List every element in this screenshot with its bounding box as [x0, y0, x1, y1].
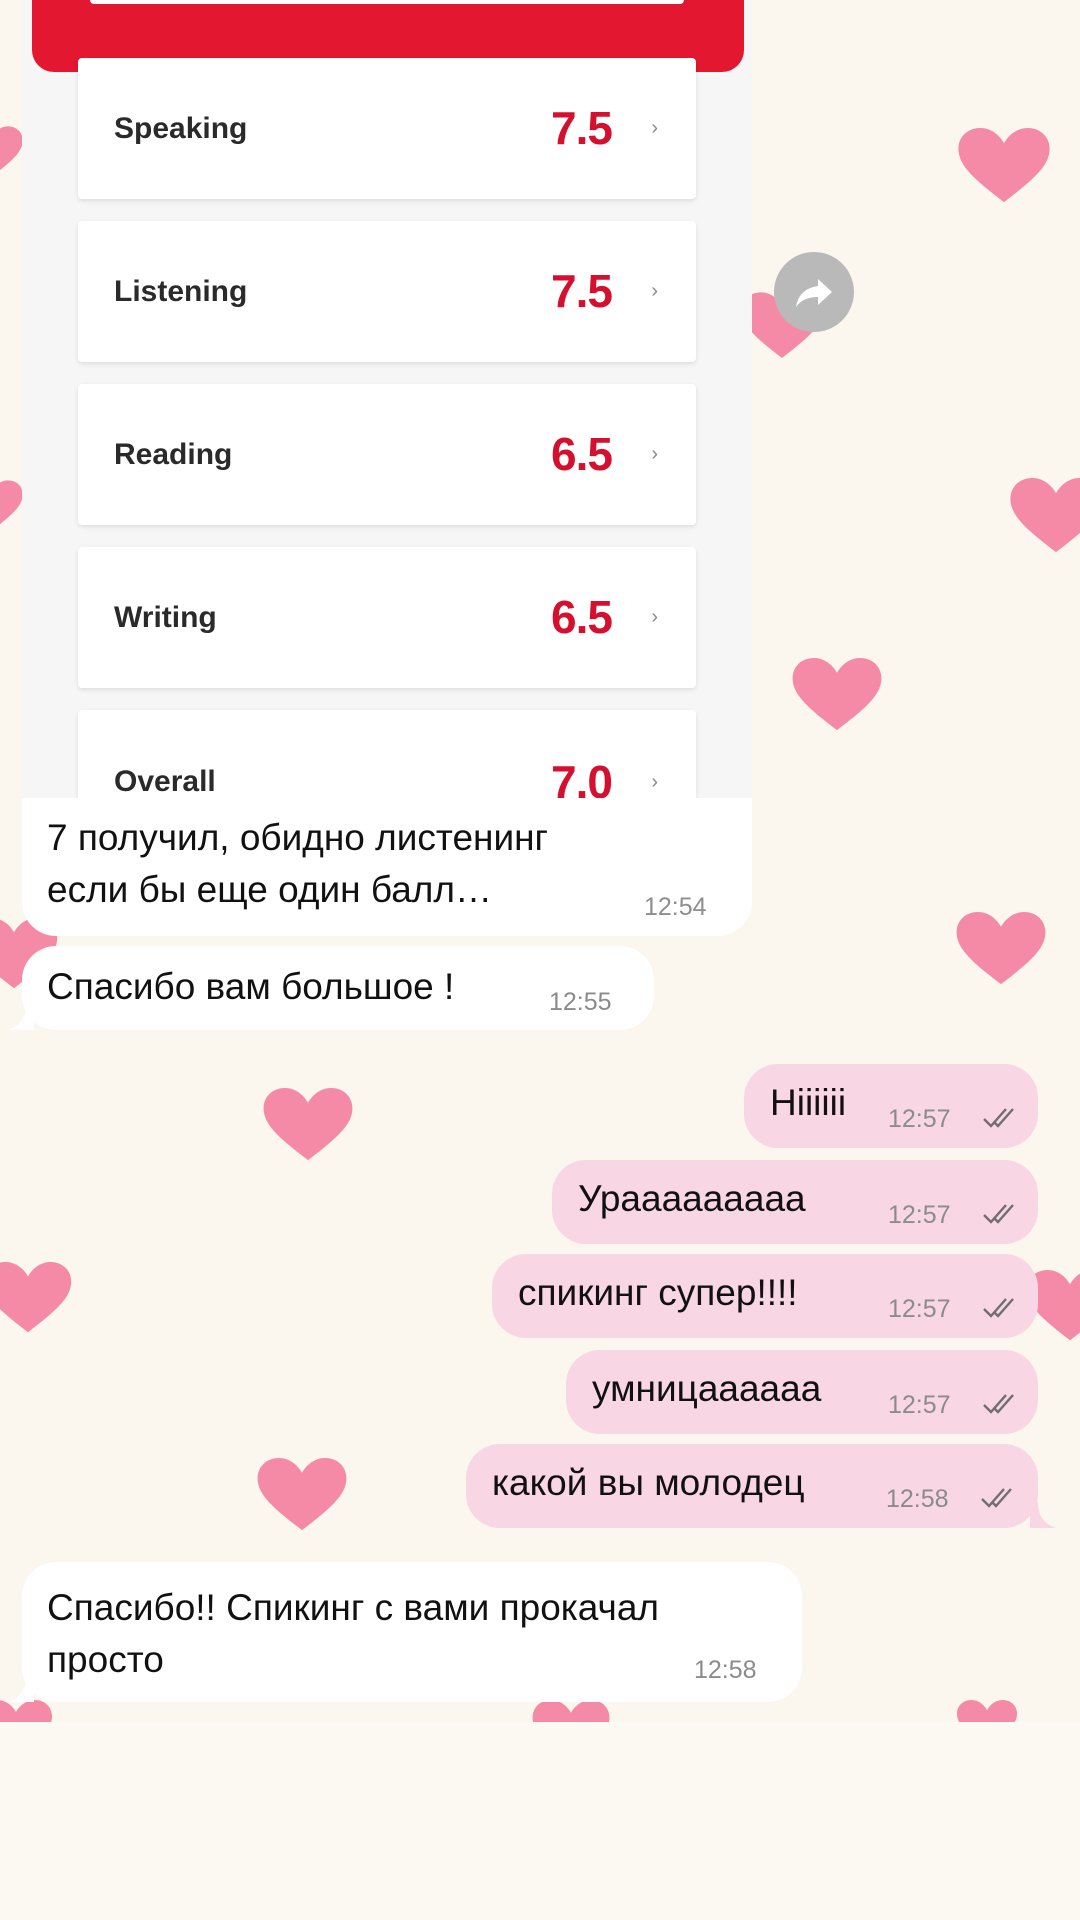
message-time: 12:55 — [549, 988, 612, 1016]
score-value: 7.5 — [551, 265, 613, 317]
heart-icon — [254, 1458, 350, 1532]
incoming-message-bubble[interactable]: Спасибо!! Спикинг с вами прокачал просто… — [22, 1562, 802, 1702]
bubble-tail — [1030, 1502, 1056, 1528]
message-text-line: 7 получил, обидно листенинг — [47, 817, 549, 858]
double-check-icon — [983, 1394, 1014, 1414]
double-check-icon — [983, 1108, 1014, 1128]
chat-area[interactable]: Speaking 7.5 › Listening 7.5 › Reading 6… — [0, 0, 1080, 1722]
forward-button[interactable] — [774, 252, 854, 332]
double-check-icon — [983, 1204, 1014, 1224]
score-card-reading: Reading 6.5 › — [78, 384, 696, 525]
message-time: 12:58 — [886, 1485, 949, 1513]
screenshot-header-edge — [90, 0, 684, 4]
score-label: Writing — [114, 601, 217, 634]
score-card-overall: Overall 7.0 › — [78, 710, 696, 798]
score-screenshot-image[interactable]: Speaking 7.5 › Listening 7.5 › Reading 6… — [22, 0, 752, 798]
chevron-right-icon: › — [651, 771, 658, 793]
message-time: 12:57 — [888, 1391, 951, 1419]
message-time: 12:54 — [644, 893, 707, 921]
score-label: Reading — [114, 438, 233, 471]
heart-icon — [954, 1700, 1020, 1722]
score-card-listening: Listening 7.5 › — [78, 221, 696, 362]
message-text-line: если бы еще один балл… — [47, 869, 492, 910]
score-label: Overall — [114, 765, 216, 798]
chevron-right-icon: › — [651, 280, 658, 302]
incoming-message-bubble[interactable]: Спасибо вам большое ! 12:55 — [22, 946, 654, 1030]
heart-icon — [0, 1700, 62, 1722]
outgoing-message-bubble[interactable]: спикинг супер!!!! 12:57 — [492, 1254, 1038, 1338]
message-time: 12:57 — [888, 1295, 951, 1323]
heart-icon — [0, 476, 24, 536]
bubble-tail — [8, 1676, 34, 1702]
chevron-right-icon: › — [651, 606, 658, 628]
heart-icon — [952, 912, 1050, 986]
bubble-tail — [8, 1004, 34, 1030]
message-text: Спасибо!! Спикинг с вами прокачал просто — [47, 1582, 659, 1686]
score-label: Speaking — [114, 112, 248, 145]
message-text: какой вы молодец — [492, 1462, 805, 1503]
message-text-line: Спасибо!! Спикинг с вами прокачал — [47, 1587, 659, 1628]
double-check-icon — [981, 1488, 1012, 1508]
message-time: 12:57 — [888, 1201, 951, 1229]
message-text: 7 получил, обидно листенинг если бы еще … — [47, 812, 548, 916]
message-text: Урааааааааа — [578, 1178, 806, 1219]
score-card-writing: Writing 6.5 › — [78, 547, 696, 688]
outgoing-message-bubble[interactable]: какой вы молодец 12:58 — [466, 1444, 1038, 1528]
score-value: 6.5 — [551, 428, 613, 480]
message-text: Hiiiiii — [770, 1082, 847, 1123]
outgoing-message-bubble[interactable]: Hiiiiii 12:57 — [744, 1064, 1038, 1148]
score-card-speaking: Speaking 7.5 › — [78, 58, 696, 199]
heart-icon — [1004, 478, 1080, 554]
score-value: 7.5 — [551, 102, 613, 154]
score-value: 6.5 — [551, 591, 613, 643]
heart-icon — [0, 1262, 74, 1334]
heart-icon — [258, 1088, 358, 1162]
outgoing-message-bubble[interactable]: Урааааааааа 12:57 — [552, 1160, 1038, 1244]
message-time: 12:57 — [888, 1105, 951, 1133]
double-check-icon — [983, 1298, 1014, 1318]
message-text: умницаааааа — [592, 1368, 822, 1409]
heart-icon — [0, 122, 24, 182]
heart-icon — [530, 1700, 612, 1722]
message-text: Спасибо вам большое ! — [47, 966, 455, 1007]
heart-icon — [788, 658, 886, 732]
heart-icon — [952, 128, 1056, 204]
outgoing-message-bubble[interactable]: умницаааааа 12:57 — [566, 1350, 1038, 1434]
score-value: 7.0 — [551, 756, 613, 798]
score-label: Listening — [114, 275, 248, 308]
message-text: спикинг супер!!!! — [518, 1272, 798, 1313]
message-text-line: просто — [47, 1639, 164, 1680]
chevron-right-icon: › — [651, 117, 658, 139]
image-message-bubble[interactable]: Speaking 7.5 › Listening 7.5 › Reading 6… — [22, 0, 752, 936]
message-time: 12:58 — [694, 1656, 757, 1684]
chevron-right-icon: › — [651, 443, 658, 465]
forward-share-icon — [796, 279, 832, 307]
